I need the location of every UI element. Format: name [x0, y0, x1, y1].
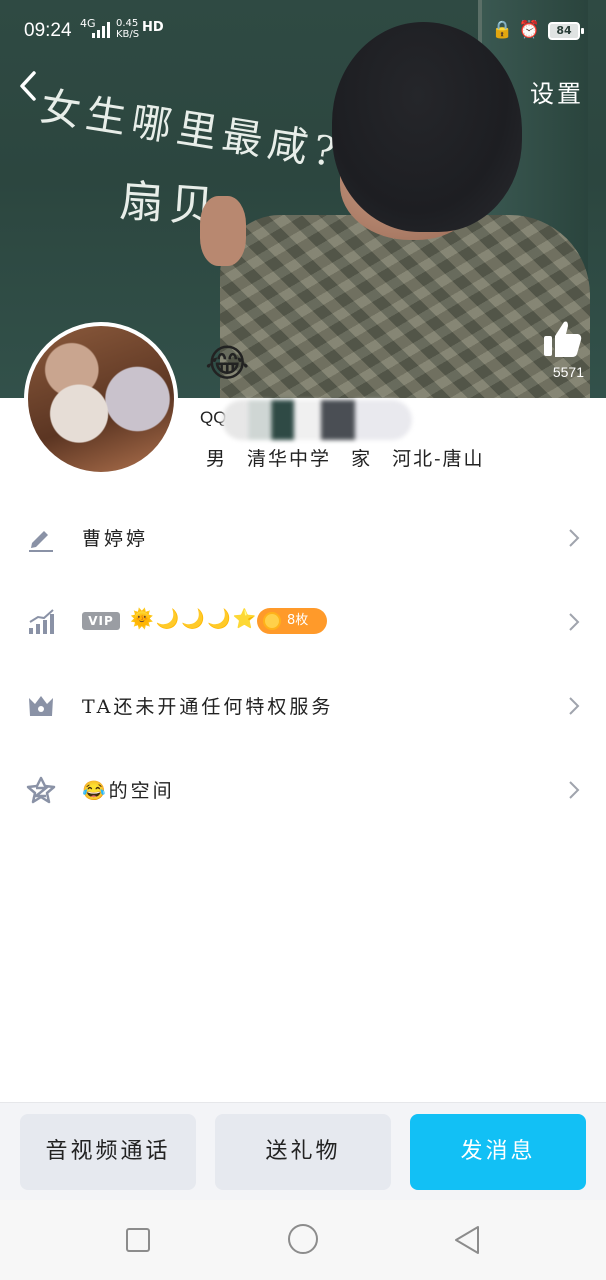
medal-count: 8枚 [287, 613, 309, 628]
send-gift-button[interactable]: 送礼物 [215, 1114, 391, 1190]
action-bar: 音视频通话 送礼物 发消息 [0, 1102, 606, 1200]
net-speed-unit: KB/S [116, 29, 140, 40]
status-icons: 🔒⏰ [492, 20, 546, 40]
status-emoji: 😂 [205, 341, 250, 385]
chevron-right-icon [569, 697, 580, 715]
vip-tag: VIP [82, 612, 120, 630]
back-arrow-icon [20, 71, 36, 101]
send-message-button[interactable]: 发消息 [410, 1114, 586, 1190]
battery-icon: 84 [548, 22, 584, 40]
status-bar: 09:24 4G 0.45 KB/S HD 🔒⏰ 84 [0, 0, 606, 60]
chalk-question-text: 女生哪里最咸? [37, 83, 345, 177]
like-button[interactable] [542, 318, 582, 360]
qzone-emoji: 😂 [82, 780, 109, 802]
crown-icon [29, 696, 53, 716]
back-button[interactable] [14, 68, 44, 104]
profile-info: 男 清华中学 家 河北-唐山 [206, 448, 485, 470]
profile-list: 曹婷婷 VIP 🌞🌙🌙🌙⭐ 8枚 TA还未开通任何特权服务 😂的空间 [0, 496, 606, 832]
settings-button[interactable]: 设置 [530, 74, 584, 109]
person-hand [200, 196, 246, 266]
vip-level-icons: 🌞🌙🌙🌙⭐ [130, 608, 259, 630]
signal-icon [92, 22, 110, 38]
qq-number-mask [222, 400, 412, 440]
alarm-icon: ⏰ [518, 20, 546, 40]
chevron-right-icon [569, 781, 580, 799]
nickname-row[interactable]: 曹婷婷 [0, 496, 606, 580]
net-speed: 0.45 KB/S [116, 18, 139, 40]
qzone-label: 😂的空间 [82, 776, 175, 803]
hd-label: HD [142, 20, 164, 35]
medal-coin-icon [263, 612, 281, 630]
avatar[interactable] [24, 322, 178, 476]
system-nav-bar [0, 1200, 606, 1280]
privilege-row[interactable]: TA还未开通任何特权服务 [0, 664, 606, 748]
vip-row[interactable]: VIP 🌞🌙🌙🌙⭐ 8枚 [0, 580, 606, 664]
thumbs-up-icon [544, 321, 582, 357]
privilege-text: TA还未开通任何特权服务 [82, 696, 334, 718]
like-count: 5571 [552, 364, 584, 380]
home-icon[interactable] [288, 1224, 318, 1254]
qzone-row[interactable]: 😂的空间 [0, 748, 606, 832]
recent-apps-icon[interactable] [126, 1228, 150, 1252]
level-chart-icon [29, 609, 54, 634]
video-call-button[interactable]: 音视频通话 [20, 1114, 196, 1190]
pencil-icon [29, 531, 53, 552]
chevron-right-icon [569, 613, 580, 631]
person-body [220, 215, 590, 398]
medal-badge[interactable]: 8枚 [257, 608, 327, 634]
status-time: 09:24 [24, 20, 72, 41]
qzone-suffix: 的空间 [108, 780, 175, 802]
nav-back-icon[interactable] [452, 1224, 482, 1256]
lock-icon: 🔒 [491, 20, 519, 40]
nickname-label: 曹婷婷 [82, 528, 149, 550]
net-speed-value: 0.45 [116, 18, 139, 29]
qzone-star-icon [26, 776, 56, 804]
chevron-right-icon [569, 529, 580, 547]
